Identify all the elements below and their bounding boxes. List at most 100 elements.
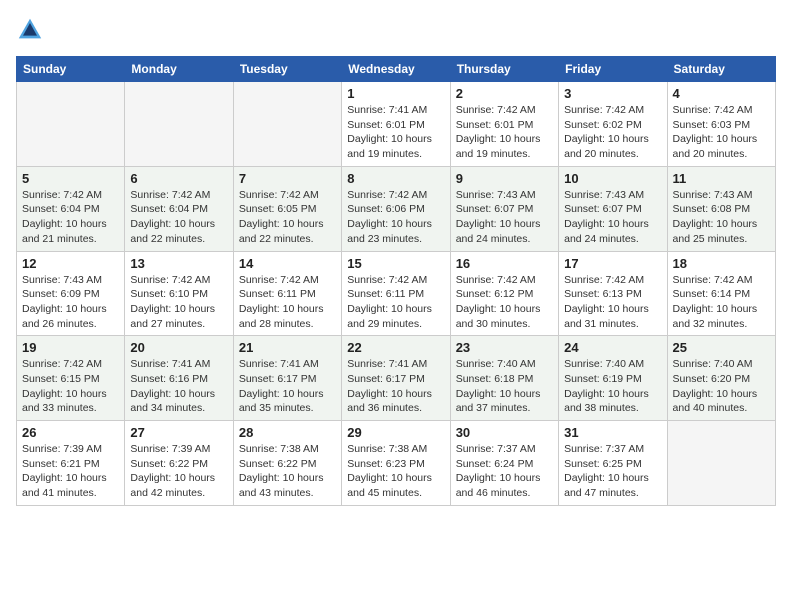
calendar-cell: 1 Sunrise: 7:41 AM Sunset: 6:01 PM Daylig…	[342, 82, 450, 167]
day-number: 20	[130, 340, 227, 355]
calendar-cell: 30 Sunrise: 7:37 AM Sunset: 6:24 PM Dayli…	[450, 421, 558, 506]
day-info: Sunrise: 7:38 AM Sunset: 6:22 PM Dayligh…	[239, 442, 336, 501]
day-info: Sunrise: 7:42 AM Sunset: 6:11 PM Dayligh…	[239, 273, 336, 332]
day-number: 9	[456, 171, 553, 186]
day-number: 13	[130, 256, 227, 271]
day-info: Sunrise: 7:42 AM Sunset: 6:02 PM Dayligh…	[564, 103, 661, 162]
day-number: 22	[347, 340, 444, 355]
weekday-header: Friday	[559, 57, 667, 82]
day-info: Sunrise: 7:42 AM Sunset: 6:05 PM Dayligh…	[239, 188, 336, 247]
calendar-cell: 22Sunrise: 7:41 AM Sunset: 6:17 PM Dayli…	[342, 336, 450, 421]
calendar-cell: 9 Sunrise: 7:43 AM Sunset: 6:07 PM Daylig…	[450, 166, 558, 251]
day-number: 24	[564, 340, 661, 355]
day-number: 7	[239, 171, 336, 186]
day-number: 29	[347, 425, 444, 440]
day-info: Sunrise: 7:39 AM Sunset: 6:21 PM Dayligh…	[22, 442, 119, 501]
day-number: 31	[564, 425, 661, 440]
weekday-header: Thursday	[450, 57, 558, 82]
calendar-cell: 14Sunrise: 7:42 AM Sunset: 6:11 PM Dayli…	[233, 251, 341, 336]
calendar-cell: 6 Sunrise: 7:42 AM Sunset: 6:04 PM Daylig…	[125, 166, 233, 251]
day-number: 21	[239, 340, 336, 355]
day-info: Sunrise: 7:42 AM Sunset: 6:03 PM Dayligh…	[673, 103, 770, 162]
calendar-cell: 15Sunrise: 7:42 AM Sunset: 6:11 PM Dayli…	[342, 251, 450, 336]
day-number: 1	[347, 86, 444, 101]
day-info: Sunrise: 7:40 AM Sunset: 6:18 PM Dayligh…	[456, 357, 553, 416]
calendar-cell: 31 Sunrise: 7:37 AM Sunset: 6:25 PM Dayli…	[559, 421, 667, 506]
day-number: 17	[564, 256, 661, 271]
day-info: Sunrise: 7:42 AM Sunset: 6:04 PM Dayligh…	[130, 188, 227, 247]
page-header	[16, 16, 776, 44]
day-number: 19	[22, 340, 119, 355]
calendar-table: SundayMondayTuesdayWednesdayThursdayFrid…	[16, 56, 776, 506]
calendar-cell: 5 Sunrise: 7:42 AM Sunset: 6:04 PM Daylig…	[17, 166, 125, 251]
logo-icon	[16, 16, 44, 44]
day-info: Sunrise: 7:43 AM Sunset: 6:08 PM Dayligh…	[673, 188, 770, 247]
day-number: 10	[564, 171, 661, 186]
day-info: Sunrise: 7:42 AM Sunset: 6:06 PM Dayligh…	[347, 188, 444, 247]
day-number: 15	[347, 256, 444, 271]
day-info: Sunrise: 7:42 AM Sunset: 6:12 PM Dayligh…	[456, 273, 553, 332]
day-info: Sunrise: 7:38 AM Sunset: 6:23 PM Dayligh…	[347, 442, 444, 501]
calendar-cell: 7 Sunrise: 7:42 AM Sunset: 6:05 PM Daylig…	[233, 166, 341, 251]
day-info: Sunrise: 7:42 AM Sunset: 6:01 PM Dayligh…	[456, 103, 553, 162]
calendar-cell: 17Sunrise: 7:42 AM Sunset: 6:13 PM Dayli…	[559, 251, 667, 336]
calendar-cell: 13 Sunrise: 7:42 AM Sunset: 6:10 PM Dayli…	[125, 251, 233, 336]
day-info: Sunrise: 7:41 AM Sunset: 6:01 PM Dayligh…	[347, 103, 444, 162]
calendar-cell: 4 Sunrise: 7:42 AM Sunset: 6:03 PM Daylig…	[667, 82, 775, 167]
day-info: Sunrise: 7:39 AM Sunset: 6:22 PM Dayligh…	[130, 442, 227, 501]
calendar-cell: 12 Sunrise: 7:43 AM Sunset: 6:09 PM Dayli…	[17, 251, 125, 336]
day-info: Sunrise: 7:43 AM Sunset: 6:07 PM Dayligh…	[456, 188, 553, 247]
day-number: 18	[673, 256, 770, 271]
weekday-header: Sunday	[17, 57, 125, 82]
day-number: 16	[456, 256, 553, 271]
day-info: Sunrise: 7:41 AM Sunset: 6:17 PM Dayligh…	[239, 357, 336, 416]
calendar-cell: 19Sunrise: 7:42 AM Sunset: 6:15 PM Dayli…	[17, 336, 125, 421]
calendar-cell: 20 Sunrise: 7:41 AM Sunset: 6:16 PM Dayli…	[125, 336, 233, 421]
day-info: Sunrise: 7:40 AM Sunset: 6:19 PM Dayligh…	[564, 357, 661, 416]
weekday-header: Wednesday	[342, 57, 450, 82]
day-number: 4	[673, 86, 770, 101]
calendar-cell: 28 Sunrise: 7:38 AM Sunset: 6:22 PM Dayli…	[233, 421, 341, 506]
calendar-cell: 8 Sunrise: 7:42 AM Sunset: 6:06 PM Daylig…	[342, 166, 450, 251]
day-number: 8	[347, 171, 444, 186]
calendar-cell: 3 Sunrise: 7:42 AM Sunset: 6:02 PM Daylig…	[559, 82, 667, 167]
day-info: Sunrise: 7:43 AM Sunset: 6:07 PM Dayligh…	[564, 188, 661, 247]
day-number: 23	[456, 340, 553, 355]
calendar-cell: 21 Sunrise: 7:41 AM Sunset: 6:17 PM Dayli…	[233, 336, 341, 421]
calendar-cell: 27 Sunrise: 7:39 AM Sunset: 6:22 PM Dayli…	[125, 421, 233, 506]
day-number: 6	[130, 171, 227, 186]
day-number: 26	[22, 425, 119, 440]
day-number: 25	[673, 340, 770, 355]
calendar-cell	[17, 82, 125, 167]
day-number: 2	[456, 86, 553, 101]
calendar-cell: 24 Sunrise: 7:40 AM Sunset: 6:19 PM Dayli…	[559, 336, 667, 421]
weekday-header: Monday	[125, 57, 233, 82]
day-info: Sunrise: 7:41 AM Sunset: 6:16 PM Dayligh…	[130, 357, 227, 416]
logo	[16, 16, 46, 44]
day-number: 5	[22, 171, 119, 186]
day-info: Sunrise: 7:42 AM Sunset: 6:04 PM Dayligh…	[22, 188, 119, 247]
day-number: 12	[22, 256, 119, 271]
day-info: Sunrise: 7:40 AM Sunset: 6:20 PM Dayligh…	[673, 357, 770, 416]
calendar-cell: 23 Sunrise: 7:40 AM Sunset: 6:18 PM Dayli…	[450, 336, 558, 421]
calendar-cell	[667, 421, 775, 506]
calendar-cell: 11 Sunrise: 7:43 AM Sunset: 6:08 PM Dayli…	[667, 166, 775, 251]
calendar-cell: 2 Sunrise: 7:42 AM Sunset: 6:01 PM Daylig…	[450, 82, 558, 167]
calendar-cell: 26 Sunrise: 7:39 AM Sunset: 6:21 PM Dayli…	[17, 421, 125, 506]
day-info: Sunrise: 7:37 AM Sunset: 6:24 PM Dayligh…	[456, 442, 553, 501]
day-info: Sunrise: 7:42 AM Sunset: 6:10 PM Dayligh…	[130, 273, 227, 332]
weekday-header: Saturday	[667, 57, 775, 82]
day-number: 28	[239, 425, 336, 440]
calendar-cell	[125, 82, 233, 167]
day-info: Sunrise: 7:43 AM Sunset: 6:09 PM Dayligh…	[22, 273, 119, 332]
calendar-cell: 25 Sunrise: 7:40 AM Sunset: 6:20 PM Dayli…	[667, 336, 775, 421]
day-number: 3	[564, 86, 661, 101]
day-info: Sunrise: 7:37 AM Sunset: 6:25 PM Dayligh…	[564, 442, 661, 501]
day-number: 27	[130, 425, 227, 440]
calendar-cell: 29 Sunrise: 7:38 AM Sunset: 6:23 PM Dayli…	[342, 421, 450, 506]
day-number: 11	[673, 171, 770, 186]
day-number: 30	[456, 425, 553, 440]
calendar-cell: 10 Sunrise: 7:43 AM Sunset: 6:07 PM Dayli…	[559, 166, 667, 251]
day-info: Sunrise: 7:42 AM Sunset: 6:14 PM Dayligh…	[673, 273, 770, 332]
calendar-cell: 18 Sunrise: 7:42 AM Sunset: 6:14 PM Dayli…	[667, 251, 775, 336]
